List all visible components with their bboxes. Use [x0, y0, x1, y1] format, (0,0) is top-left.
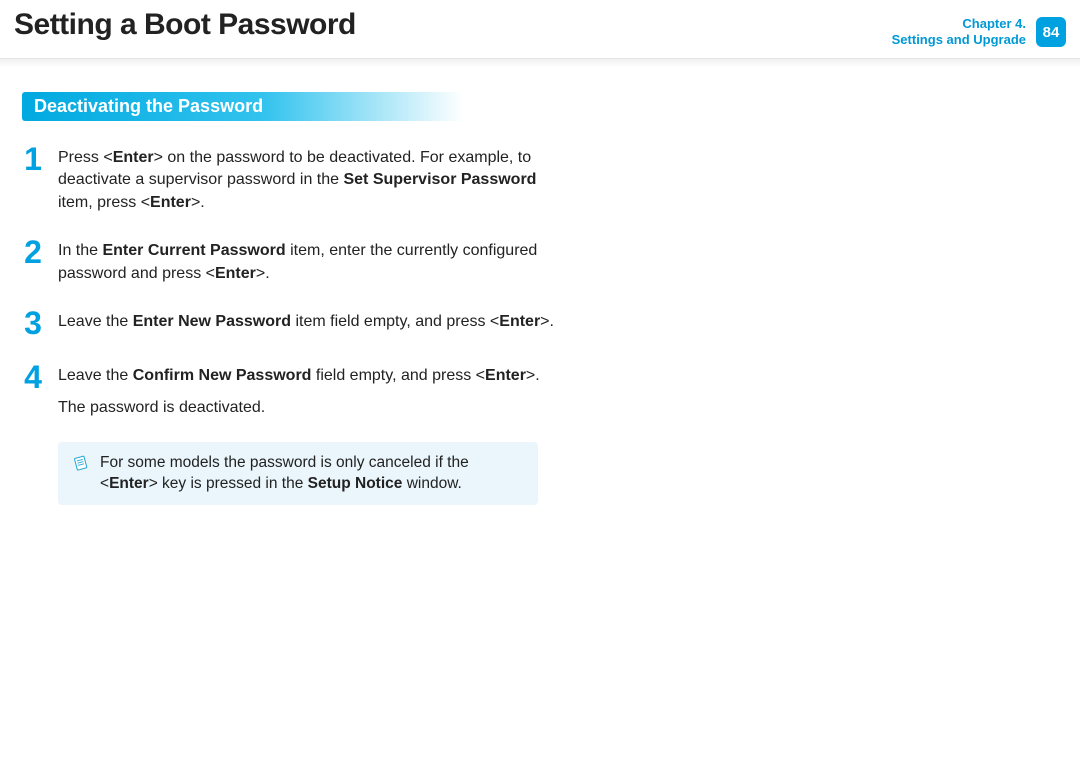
chapter-line2: Settings and Upgrade [892, 32, 1026, 48]
step-1: 1 Press <Enter> on the password to be de… [22, 143, 562, 214]
page-title: Setting a Boot Password [14, 8, 356, 42]
step-number: 3 [22, 307, 44, 339]
chapter-line1: Chapter 4. [892, 16, 1026, 32]
step-number: 4 [22, 361, 44, 393]
step-text: In the Enter Current Password item, ente… [58, 236, 562, 285]
step-text: Leave the Confirm New Password field emp… [58, 361, 540, 420]
step-number: 1 [22, 143, 44, 175]
chapter-text: Chapter 4. Settings and Upgrade [892, 16, 1026, 49]
step-text: Press <Enter> on the password to be deac… [58, 143, 562, 214]
note-icon [72, 454, 90, 479]
step-2: 2 In the Enter Current Password item, en… [22, 236, 562, 285]
note-box: For some models the password is only can… [58, 442, 538, 505]
step-number: 2 [22, 236, 44, 268]
section-heading: Deactivating the Password [22, 92, 463, 121]
page-header: Setting a Boot Password Chapter 4. Setti… [0, 0, 1080, 62]
note-text: For some models the password is only can… [100, 452, 524, 495]
step-text: Leave the Enter New Password item field … [58, 307, 554, 333]
content-column: Deactivating the Password 1 Press <Enter… [0, 62, 584, 505]
header-divider [0, 58, 1080, 67]
step-3: 3 Leave the Enter New Password item fiel… [22, 307, 562, 339]
page-number-badge: 84 [1036, 17, 1066, 47]
step-4: 4 Leave the Confirm New Password field e… [22, 361, 562, 420]
chapter-block: Chapter 4. Settings and Upgrade 84 [892, 8, 1066, 49]
